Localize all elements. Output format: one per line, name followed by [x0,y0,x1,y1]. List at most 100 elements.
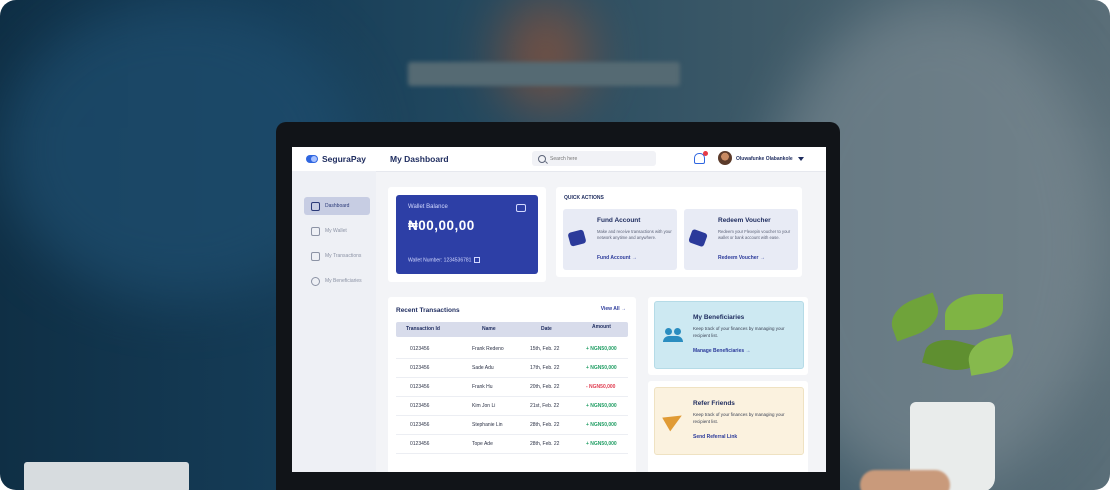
beneficiaries-card[interactable]: My Beneficiaries Keep track of your fina… [654,301,804,369]
column-header[interactable]: Transaction Id [406,326,440,332]
fund-account-card[interactable]: Fund Account Make and receive transactio… [563,209,677,270]
transaction-date: 21st, Feb. 22 [530,403,560,409]
redeem-voucher-card[interactable]: Redeem Voucher Redeem your Flexepin vouc… [684,209,798,270]
transaction-id: 0123456 [410,441,430,447]
sidebar-item-label: My Beneficiaries [325,278,362,284]
sidebar-item-label: Dashboard [325,203,350,209]
bell-icon[interactable] [694,151,708,164]
wallet-icon [311,226,320,236]
transaction-date: 15th, Feb. 22 [530,346,560,352]
notification-dot [703,151,708,156]
sidebar: Dashboard My Wallet My Transactions My B… [292,171,376,472]
card-icon [311,251,320,261]
sidebar-item-label: My Transactions [325,253,362,259]
transaction-amount: + NGN50,000 [586,346,617,352]
app-logo[interactable]: SeguraPay [306,154,366,164]
eye-icon[interactable] [516,204,526,212]
wallet-number: Wallet Number: 1234536781 [408,257,481,264]
search-bar[interactable] [532,151,656,166]
page-title: My Dashboard [390,154,449,164]
transaction-id: 0123456 [410,422,430,428]
white-box [24,462,189,490]
transaction-amount: + NGN50,000 [586,365,617,371]
transaction-name: Sade Adu [472,365,494,371]
wallet-label: Wallet Balance [408,204,448,210]
transaction-name: Kim Jon Li [472,403,496,409]
sidebar-item-transactions[interactable]: My Transactions [304,247,370,265]
transaction-id: 0123456 [410,346,430,352]
user-icon [311,276,320,286]
sidebar-item-wallet[interactable]: My Wallet [304,222,370,240]
refer-title: Refer Friends [693,400,735,407]
refer-friends-card[interactable]: Refer Friends Keep track of your finance… [654,387,804,455]
background-photo: SeguraPay My Dashboard Oluwafunke Olaban… [0,0,1110,490]
redeem-voucher-link[interactable]: Redeem Voucher → [718,255,765,261]
column-header[interactable]: Date [541,326,552,332]
dashboard-screen: SeguraPay My Dashboard Oluwafunke Olaban… [292,147,826,472]
manage-beneficiaries-link[interactable]: Manage Beneficiaries → [693,348,751,354]
transaction-name: Frank Redeno [472,346,504,352]
transaction-amount: + NGN50,000 [586,441,617,447]
chevron-down-icon[interactable] [798,157,804,161]
wallet-cash-icon [567,229,587,247]
transaction-date: 17th, Feb. 22 [530,365,560,371]
refer-desc: Keep track of your finances by managing … [693,412,785,424]
table-row[interactable]: 0123456 Tope Ade 28th, Feb. 22 + NGN50,0… [396,434,628,454]
transaction-amount: + NGN50,000 [586,422,617,428]
transaction-name: Stephanie Lin [472,422,503,428]
orange-book-blur [500,0,590,110]
app-name: SeguraPay [322,154,366,164]
wallet-number-text: Wallet Number: 1234536781 [408,257,472,264]
table-row[interactable]: 0123456 Frank Redeno 15th, Feb. 22 + NGN… [396,339,628,359]
table-header: Transaction Id Name Date Amount [396,322,628,337]
paper-plane-icon [662,408,686,432]
laptop: SeguraPay My Dashboard Oluwafunke Olaban… [276,122,840,490]
recent-transactions-panel: Recent Transactions View All → Transacti… [388,297,636,472]
quick-actions-title: QUICK ACTIONS [564,195,604,201]
column-header[interactable]: Name [482,326,496,332]
grid-icon [311,201,320,211]
quick-actions-panel: QUICK ACTIONS Fund Account Make and rece… [556,187,802,277]
recent-transactions-title: Recent Transactions [396,307,460,314]
transaction-amount: + NGN50,000 [586,403,617,409]
top-bar: SeguraPay My Dashboard Oluwafunke Olaban… [292,147,826,172]
shelf [408,62,680,86]
table-row[interactable]: 0123456 Stephanie Lin 28th, Feb. 22 + NG… [396,415,628,435]
transaction-id: 0123456 [410,384,430,390]
beneficiaries-desc: Keep track of your finances by managing … [693,326,785,338]
view-all-link[interactable]: View All → [601,306,626,312]
logo-icon [306,155,318,163]
hand [860,470,950,490]
sidebar-item-beneficiaries[interactable]: My Beneficiaries [304,272,370,290]
search-input[interactable] [550,155,650,162]
sidebar-item-dashboard[interactable]: Dashboard [304,197,370,215]
sidebar-item-label: My Wallet [325,228,347,234]
user-name[interactable]: Oluwafunke Olabankole [736,156,793,162]
table-row[interactable]: 0123456 Kim Jon Li 21st, Feb. 22 + NGN50… [396,396,628,416]
copy-icon[interactable] [474,257,481,263]
send-referral-link[interactable]: Send Referral Link [693,434,737,440]
redeem-voucher-title: Redeem Voucher [718,217,771,224]
transaction-date: 28th, Feb. 22 [530,422,560,428]
voucher-icon [688,228,708,248]
table-row[interactable]: 0123456 Frank Hu 20th, Feb. 22 - NGN50,0… [396,377,628,397]
redeem-voucher-desc: Redeem your Flexepin voucher to your wal… [718,229,791,241]
transaction-date: 28th, Feb. 22 [530,441,560,447]
transaction-name: Tope Ade [472,441,493,447]
transaction-amount: - NGN50,000 [586,384,616,390]
fund-account-desc: Make and receive transactions with your … [597,229,672,241]
wallet-card: Wallet Balance ₦00,00,00 Wallet Number: … [396,195,538,274]
people-icon [663,328,683,342]
table-row[interactable]: 0123456 Sade Adu 17th, Feb. 22 + NGN50,0… [396,358,628,378]
wallet-amount: ₦00,00,00 [408,218,475,233]
column-header[interactable]: Amount [592,324,611,330]
transaction-id: 0123456 [410,365,430,371]
fund-account-link[interactable]: Fund Account → [597,255,637,261]
beneficiaries-title: My Beneficiaries [693,314,745,321]
transaction-name: Frank Hu [472,384,493,390]
avatar[interactable] [718,151,732,165]
transaction-date: 20th, Feb. 22 [530,384,560,390]
search-icon [538,154,546,163]
fund-account-title: Fund Account [597,217,641,224]
transaction-id: 0123456 [410,403,430,409]
